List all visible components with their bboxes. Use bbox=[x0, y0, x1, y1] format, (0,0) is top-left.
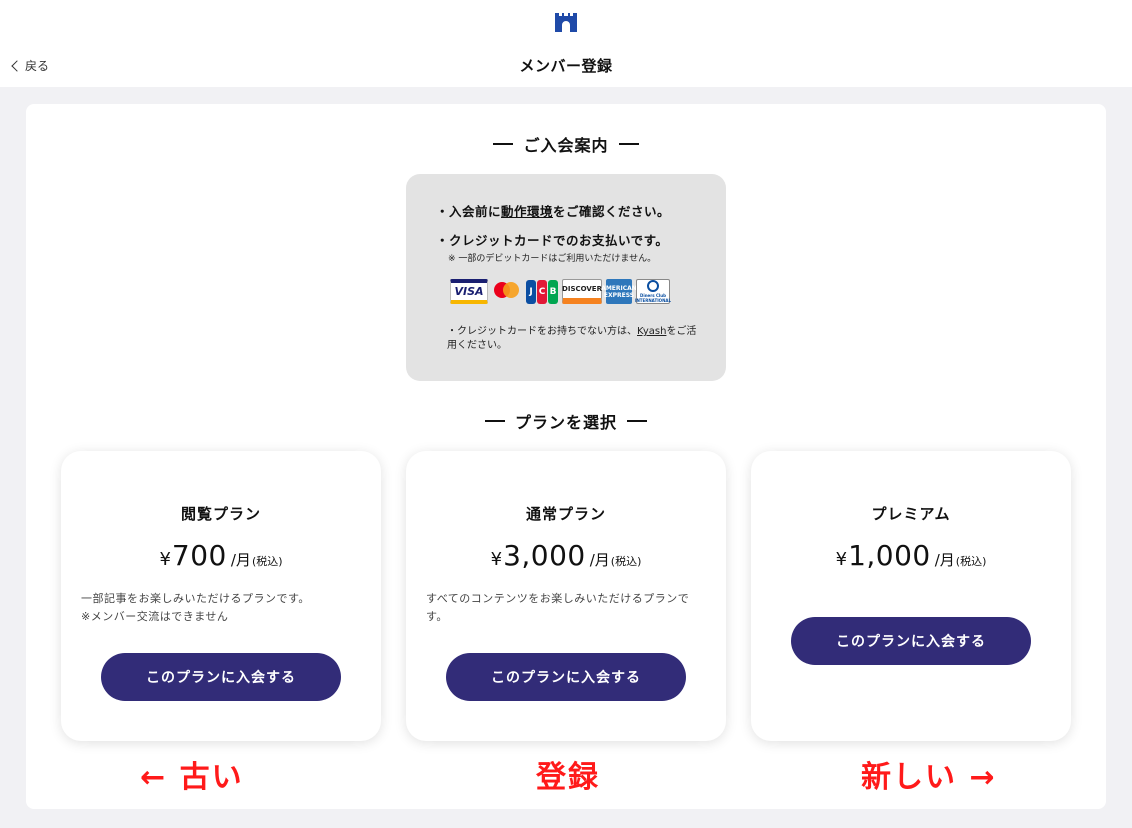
join-plan-button[interactable]: このプランに入会する bbox=[446, 653, 686, 701]
visa-logo: VISA bbox=[450, 279, 488, 304]
annotation-new: 新しい → bbox=[861, 760, 997, 795]
guide-line-credit: ・クレジットカードでのお支払いです。 bbox=[436, 233, 669, 248]
kyash-note: ・クレジットカードをお持ちでない方は、Kyashをご活用ください。 bbox=[447, 325, 705, 353]
annotation-old: ← 古い bbox=[140, 760, 244, 795]
jcb-logo: J C B bbox=[526, 279, 558, 304]
price-unit: /月 bbox=[589, 551, 610, 569]
currency-symbol: ¥ bbox=[490, 549, 503, 570]
plan-description-line2: ※メンバー交流はできません bbox=[81, 610, 229, 623]
plan-name: 通常プラン bbox=[525, 505, 606, 523]
price-tax: (税込) bbox=[610, 555, 642, 568]
plan-card-premium: プレミアム ¥ 1,000 /月 (税込) このプランに入会する bbox=[751, 451, 1071, 741]
diners-text: Diners Club INTERNATIONAL bbox=[634, 293, 672, 303]
diners-ring-icon bbox=[647, 280, 659, 292]
header-bar: 戻る メンバー登録 bbox=[0, 0, 1132, 87]
plan-price: ¥ 3,000 /月 (税込) bbox=[406, 539, 726, 572]
currency-symbol: ¥ bbox=[159, 549, 171, 570]
guide-info-box: ・入会前に動作環境をご確認ください。 ・クレジットカードでのお支払いです。 ※ … bbox=[406, 174, 726, 381]
plan-description: 一部記事をお楽しみいただけるプランです。 ※メンバー交流はできません bbox=[81, 590, 363, 626]
guide-heading-text: ご入会案内 bbox=[523, 136, 609, 155]
mastercard-logo bbox=[492, 279, 522, 304]
plan-description-line1: すべてのコンテンツをお楽しみいただけるプランです。 bbox=[426, 592, 690, 623]
heading-dash-left bbox=[484, 420, 505, 422]
amex-logo: AMERICAN EXPRESS bbox=[601, 279, 637, 304]
plan-description-line1: 一部記事をお楽しみいただけるプランです。 bbox=[81, 592, 310, 605]
annotation-register: 登録 bbox=[536, 760, 600, 795]
join-plan-button[interactable]: このプランに入会する bbox=[101, 653, 341, 701]
kyash-prefix: ・クレジットカードをお持ちでない方は、 bbox=[447, 326, 637, 337]
debit-note: ※ 一部のデビットカードはご利用いただけません。 bbox=[448, 254, 657, 264]
castle-icon bbox=[555, 13, 577, 32]
price-tax: (税込) bbox=[251, 555, 283, 568]
price-unit: /月 bbox=[934, 551, 955, 569]
plan-name: プレミアム bbox=[871, 505, 951, 523]
guide-line-environment: ・入会前に動作環境をご確認ください。 bbox=[436, 201, 670, 220]
plan-heading: プランを選択 bbox=[0, 409, 1132, 433]
jcb-c: C bbox=[537, 279, 547, 304]
jcb-j: J bbox=[526, 279, 536, 304]
heading-dash-right bbox=[627, 420, 647, 422]
kyash-link[interactable]: Kyash bbox=[637, 326, 666, 337]
price-amount: 3,000 bbox=[503, 539, 586, 572]
join-plan-button[interactable]: このプランに入会する bbox=[791, 617, 1031, 665]
plan-price: ¥ 700 /月 (税込) bbox=[61, 539, 381, 572]
guide-heading: ご入会案内 bbox=[0, 132, 1132, 156]
environment-link[interactable]: 動作環境 bbox=[501, 204, 553, 219]
price-amount: 1,000 bbox=[848, 539, 931, 572]
heading-dash-left bbox=[493, 143, 514, 145]
discover-logo: DISCOVER bbox=[562, 279, 602, 304]
mastercard-circle-orange bbox=[503, 282, 519, 298]
heading-dash-right bbox=[618, 143, 639, 145]
card-brand-logos: VISA J C B DISCOVER AMERICAN EXPRESS Din… bbox=[450, 279, 672, 304]
guide-line1-suffix: をご確認ください。 bbox=[553, 204, 671, 219]
price-amount: 700 bbox=[171, 539, 227, 572]
plan-description: すべてのコンテンツをお楽しみいただけるプランです。 bbox=[426, 590, 708, 626]
plan-heading-text: プランを選択 bbox=[514, 413, 617, 432]
jcb-b: B bbox=[548, 279, 558, 304]
price-tax: (税込) bbox=[955, 555, 987, 568]
currency-symbol: ¥ bbox=[835, 549, 848, 570]
plan-card-browse: 閲覧プラン ¥ 700 /月 (税込) 一部記事をお楽しみいただけるプランです。… bbox=[61, 451, 381, 741]
diners-logo: Diners Club INTERNATIONAL bbox=[634, 279, 672, 304]
plan-price: ¥ 1,000 /月 (税込) bbox=[751, 539, 1071, 572]
page-title: メンバー登録 bbox=[519, 57, 613, 75]
price-unit: /月 bbox=[230, 551, 251, 569]
plan-card-standard: 通常プラン ¥ 3,000 /月 (税込) すべてのコンテンツをお楽しみいただけ… bbox=[406, 451, 726, 741]
guide-line1-prefix: ・入会前に bbox=[436, 204, 502, 219]
plan-name: 閲覧プラン bbox=[180, 505, 261, 523]
